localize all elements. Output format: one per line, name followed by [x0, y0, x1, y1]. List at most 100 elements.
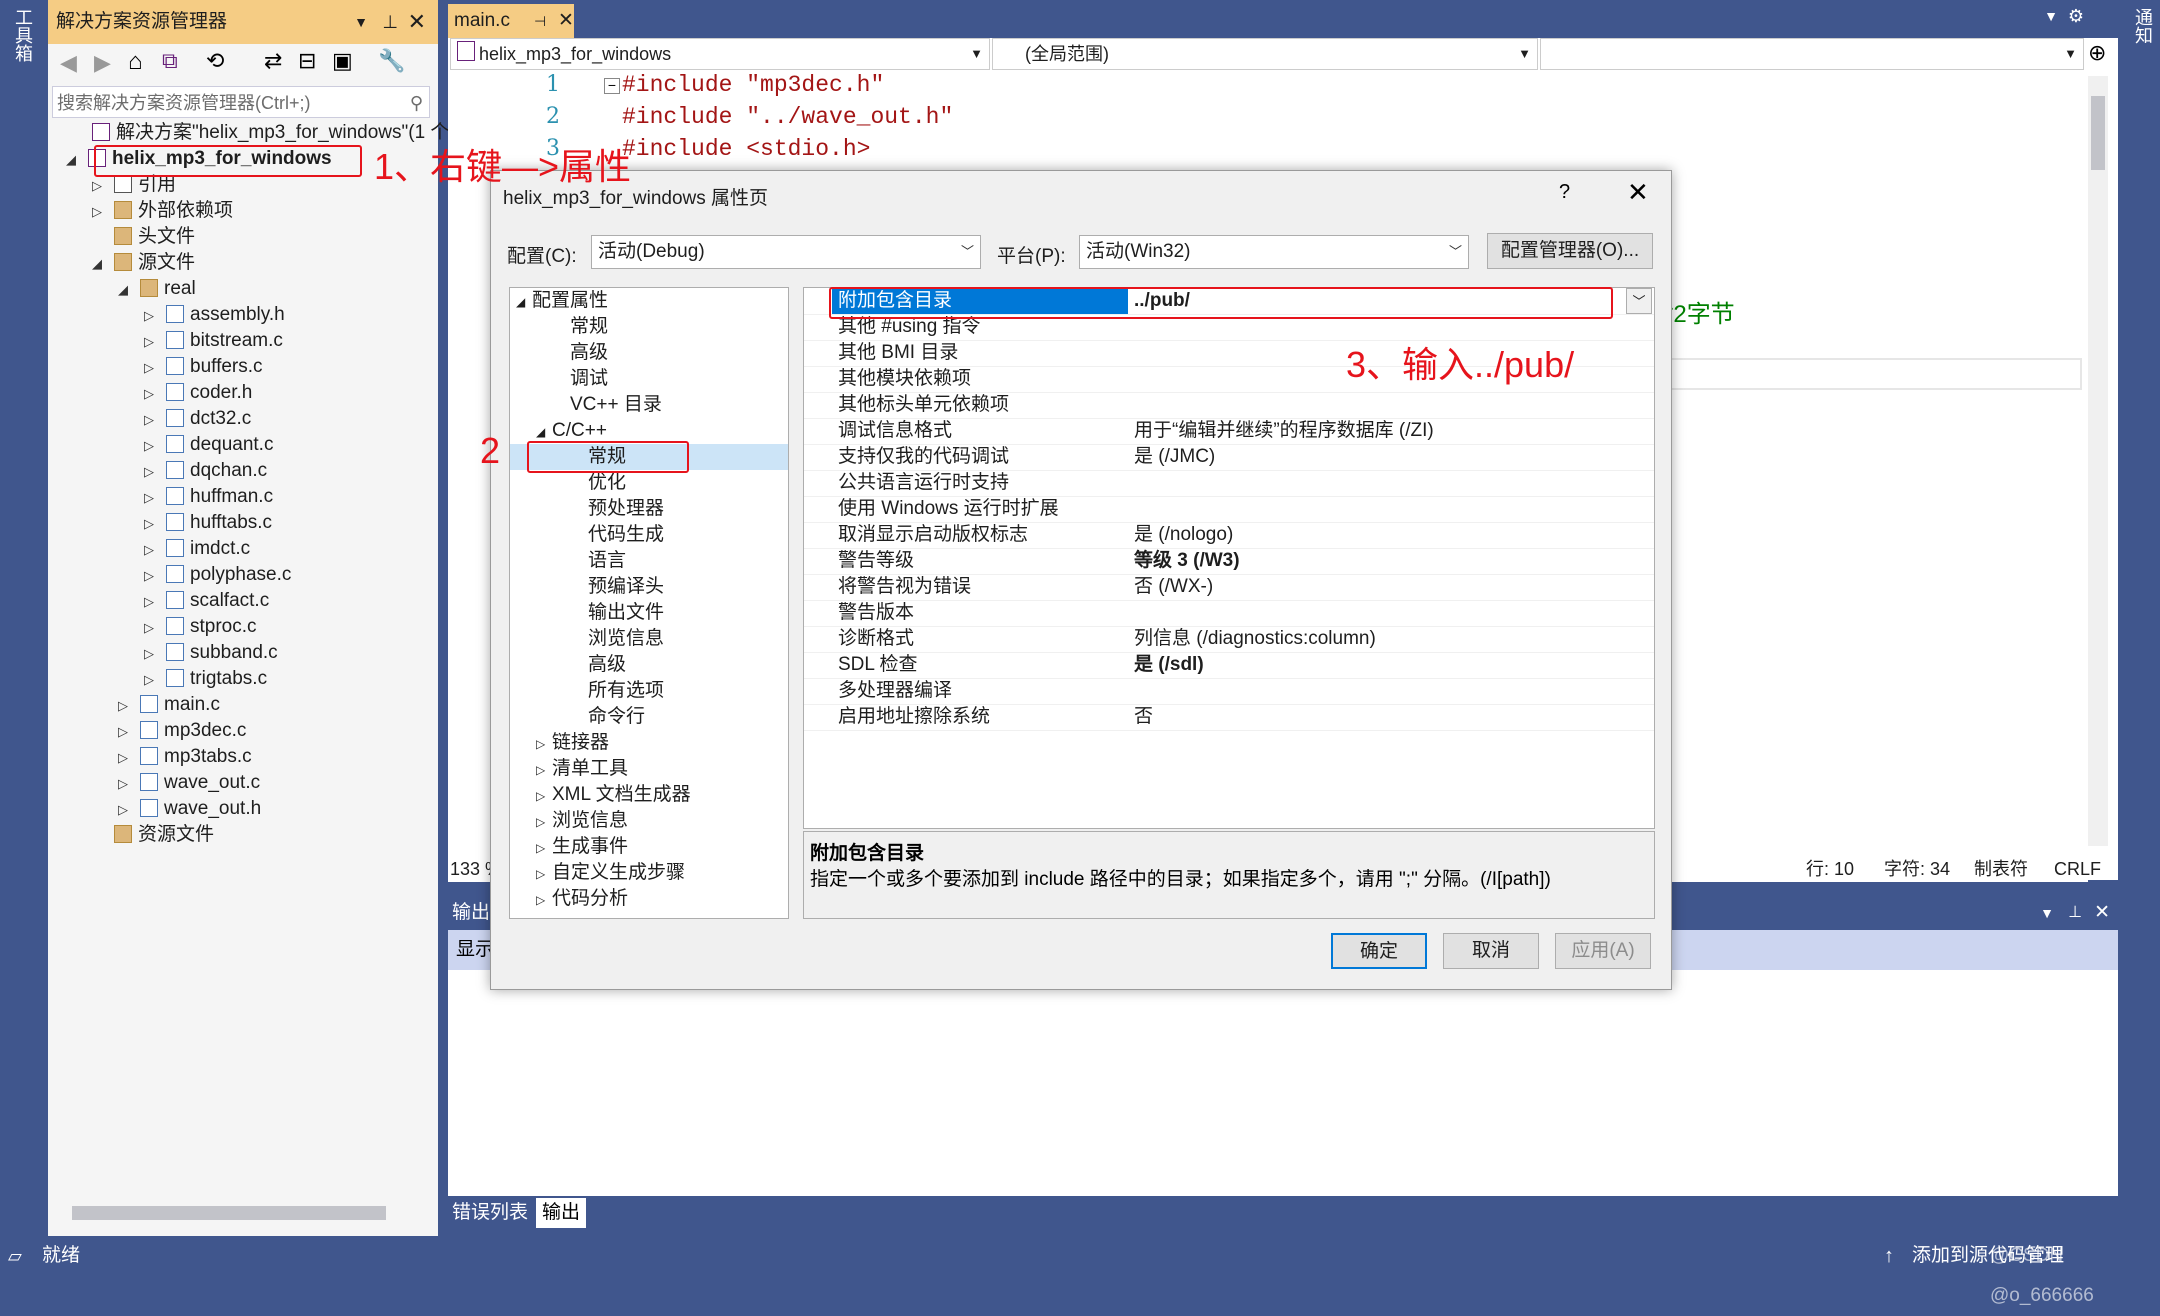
property-row[interactable]: 警告等级 等级 3 (/W3) [804, 548, 1654, 575]
close-icon[interactable]: ✕ [400, 0, 426, 44]
external-deps-node[interactable]: ▷ 外部依赖项 [90, 198, 233, 224]
expand-arrow-icon[interactable]: ▷ [536, 731, 552, 757]
property-value[interactable]: 否 [1134, 704, 1153, 730]
resource-files-node[interactable]: 资源文件 [90, 822, 214, 848]
file-node[interactable]: ▷ assembly.h [142, 302, 285, 328]
file-node[interactable]: ▷ hufftabs.c [142, 510, 272, 536]
tree-item[interactable]: 常规 [554, 314, 608, 340]
expand-arrow-icon[interactable]: ▷ [142, 641, 156, 667]
expand-arrow-icon[interactable]: ▷ [536, 887, 552, 913]
dropdown-icon[interactable]: ▼ [2036, 896, 2054, 930]
file-node[interactable]: ▷ stproc.c [142, 614, 257, 640]
property-row[interactable]: SDL 检查 是 (/sdl) [804, 652, 1654, 679]
file-node[interactable]: ▷ coder.h [142, 380, 252, 406]
file-node[interactable]: ▷ mp3dec.c [116, 718, 246, 744]
collapse-icon[interactable]: ⊟ [298, 48, 316, 74]
dialog-close-icon[interactable]: ✕ [1627, 177, 1649, 208]
file-node[interactable]: ▷ dct32.c [142, 406, 251, 432]
real-folder-node[interactable]: ◢ real [116, 276, 196, 302]
tab-error-list[interactable]: 错误列表 [448, 1198, 532, 1228]
property-row[interactable]: 将警告视为错误 否 (/WX-) [804, 574, 1654, 601]
property-value[interactable]: 是 (/nologo) [1134, 522, 1233, 548]
properties-wrench-icon[interactable]: 🔧 [378, 48, 405, 74]
horizontal-scrollbar[interactable] [72, 1206, 386, 1220]
file-node[interactable]: ▷ imdct.c [142, 536, 250, 562]
file-node[interactable]: ▷ wave_out.c [116, 770, 260, 796]
file-node[interactable]: ▷ polyphase.c [142, 562, 291, 588]
forward-icon[interactable]: ▶ [94, 50, 111, 76]
tree-item[interactable]: 预处理器 [572, 496, 664, 522]
file-node[interactable]: ▷ wave_out.h [116, 796, 261, 822]
config-manager-button[interactable]: 配置管理器(O)... [1487, 233, 1653, 269]
file-node[interactable]: ▷ huffman.c [142, 484, 273, 510]
expand-arrow-icon[interactable]: ▷ [116, 745, 130, 771]
pin-icon[interactable]: ⊥ [374, 0, 398, 44]
file-node[interactable]: ▷ trigtabs.c [142, 666, 267, 692]
history-icon[interactable]: ⟲ [206, 48, 224, 74]
config-select[interactable]: 活动(Debug) ﹀ [591, 235, 981, 269]
apply-button[interactable]: 应用(A) [1555, 933, 1651, 969]
tab-dropdown-icon[interactable]: ▼ [2044, 8, 2058, 24]
expand-arrow-icon[interactable]: ▷ [142, 615, 156, 641]
settings-gear-icon[interactable]: ⚙ [2068, 6, 2084, 27]
split-icon[interactable]: ⊕ [2088, 40, 2106, 66]
tree-item[interactable]: 调试 [554, 366, 608, 392]
tree-item[interactable]: VC++ 目录 [554, 392, 662, 418]
header-files-node[interactable]: 头文件 [90, 224, 195, 250]
search-icon[interactable]: ⚲ [406, 87, 423, 119]
platform-select[interactable]: 活动(Win32) ﹀ [1079, 235, 1469, 269]
expand-arrow-icon[interactable]: ▷ [142, 355, 156, 381]
property-row[interactable]: 警告版本 [804, 600, 1654, 627]
close-icon[interactable]: ✕ [2090, 896, 2110, 930]
code-line[interactable]: #include "mp3dec.h" [622, 72, 884, 98]
sync-icon[interactable]: ⇄ [264, 48, 282, 74]
property-row[interactable]: 启用地址擦除系统 否 [804, 704, 1654, 731]
property-row[interactable]: 其他标头单元依赖项 [804, 392, 1654, 419]
file-node[interactable]: ▷ bitstream.c [142, 328, 283, 354]
expand-arrow-icon[interactable]: ▷ [536, 861, 552, 887]
toolbox-label[interactable]: 工具箱 [0, 0, 46, 70]
expand-arrow-icon[interactable]: ▷ [142, 303, 156, 329]
project-nav-dropdown[interactable]: helix_mp3_for_windows ▼ [450, 38, 990, 70]
tree-item[interactable]: 高级 [572, 652, 626, 678]
tree-item[interactable]: ▷ 清单工具 [536, 756, 628, 782]
property-row[interactable]: 调试信息格式 用于“编辑并继续”的程序数据库 (/ZI) [804, 418, 1654, 445]
file-node[interactable]: ▷ buffers.c [142, 354, 263, 380]
property-value[interactable]: 是 (/sdl) [1134, 652, 1204, 678]
file-node[interactable]: ▷ dqchan.c [142, 458, 267, 484]
switch-view-icon[interactable]: ⧉ [162, 48, 178, 74]
expand-arrow-icon[interactable]: ▷ [116, 693, 130, 719]
expand-arrow-icon[interactable]: ◢ [90, 251, 104, 277]
tree-item[interactable]: ▷ 代码分析 [536, 886, 628, 912]
back-icon[interactable]: ◀ [60, 50, 77, 76]
tree-item[interactable]: ▷ 链接器 [536, 730, 609, 756]
property-row[interactable]: 使用 Windows 运行时扩展 [804, 496, 1654, 523]
expand-arrow-icon[interactable]: ▷ [142, 537, 156, 563]
expand-arrow-icon[interactable]: ▷ [142, 485, 156, 511]
file-node[interactable]: ▷ scalfact.c [142, 588, 269, 614]
tree-item[interactable]: 优化 [572, 470, 626, 496]
property-value[interactable]: 否 (/WX-) [1134, 574, 1213, 600]
property-row[interactable]: 公共语言运行时支持 [804, 470, 1654, 497]
file-node[interactable]: ▷ subband.c [142, 640, 278, 666]
member-nav-dropdown[interactable]: ▼ [1540, 38, 2084, 70]
file-node[interactable]: ▷ main.c [116, 692, 220, 718]
expand-arrow-icon[interactable]: ▷ [90, 199, 104, 225]
tab-close-icon[interactable]: ✕ [552, 4, 574, 38]
property-row[interactable]: 多处理器编译 [804, 678, 1654, 705]
expand-arrow-icon[interactable]: ▷ [142, 667, 156, 693]
code-line[interactable]: #include <stdio.h> [622, 136, 870, 162]
home-icon[interactable]: ⌂ [128, 48, 143, 76]
dropdown-icon[interactable]: ▼ [346, 0, 368, 44]
toolbox-strip[interactable]: 工具箱 [0, 0, 48, 1240]
expand-arrow-icon[interactable]: ▷ [142, 329, 156, 355]
expand-arrow-icon[interactable]: ▷ [142, 407, 156, 433]
source-files-node[interactable]: ◢ 源文件 [90, 250, 195, 276]
notifications-label[interactable]: 通知 [2120, 0, 2160, 52]
tree-item[interactable]: ▷ 自定义生成步骤 [536, 860, 685, 886]
expand-arrow-icon[interactable]: ◢ [116, 277, 130, 303]
property-value[interactable]: 等级 3 (/W3) [1134, 548, 1240, 574]
tree-item[interactable]: 高级 [554, 340, 608, 366]
tree-item[interactable]: 浏览信息 [572, 626, 664, 652]
ok-button[interactable]: 确定 [1331, 933, 1427, 969]
